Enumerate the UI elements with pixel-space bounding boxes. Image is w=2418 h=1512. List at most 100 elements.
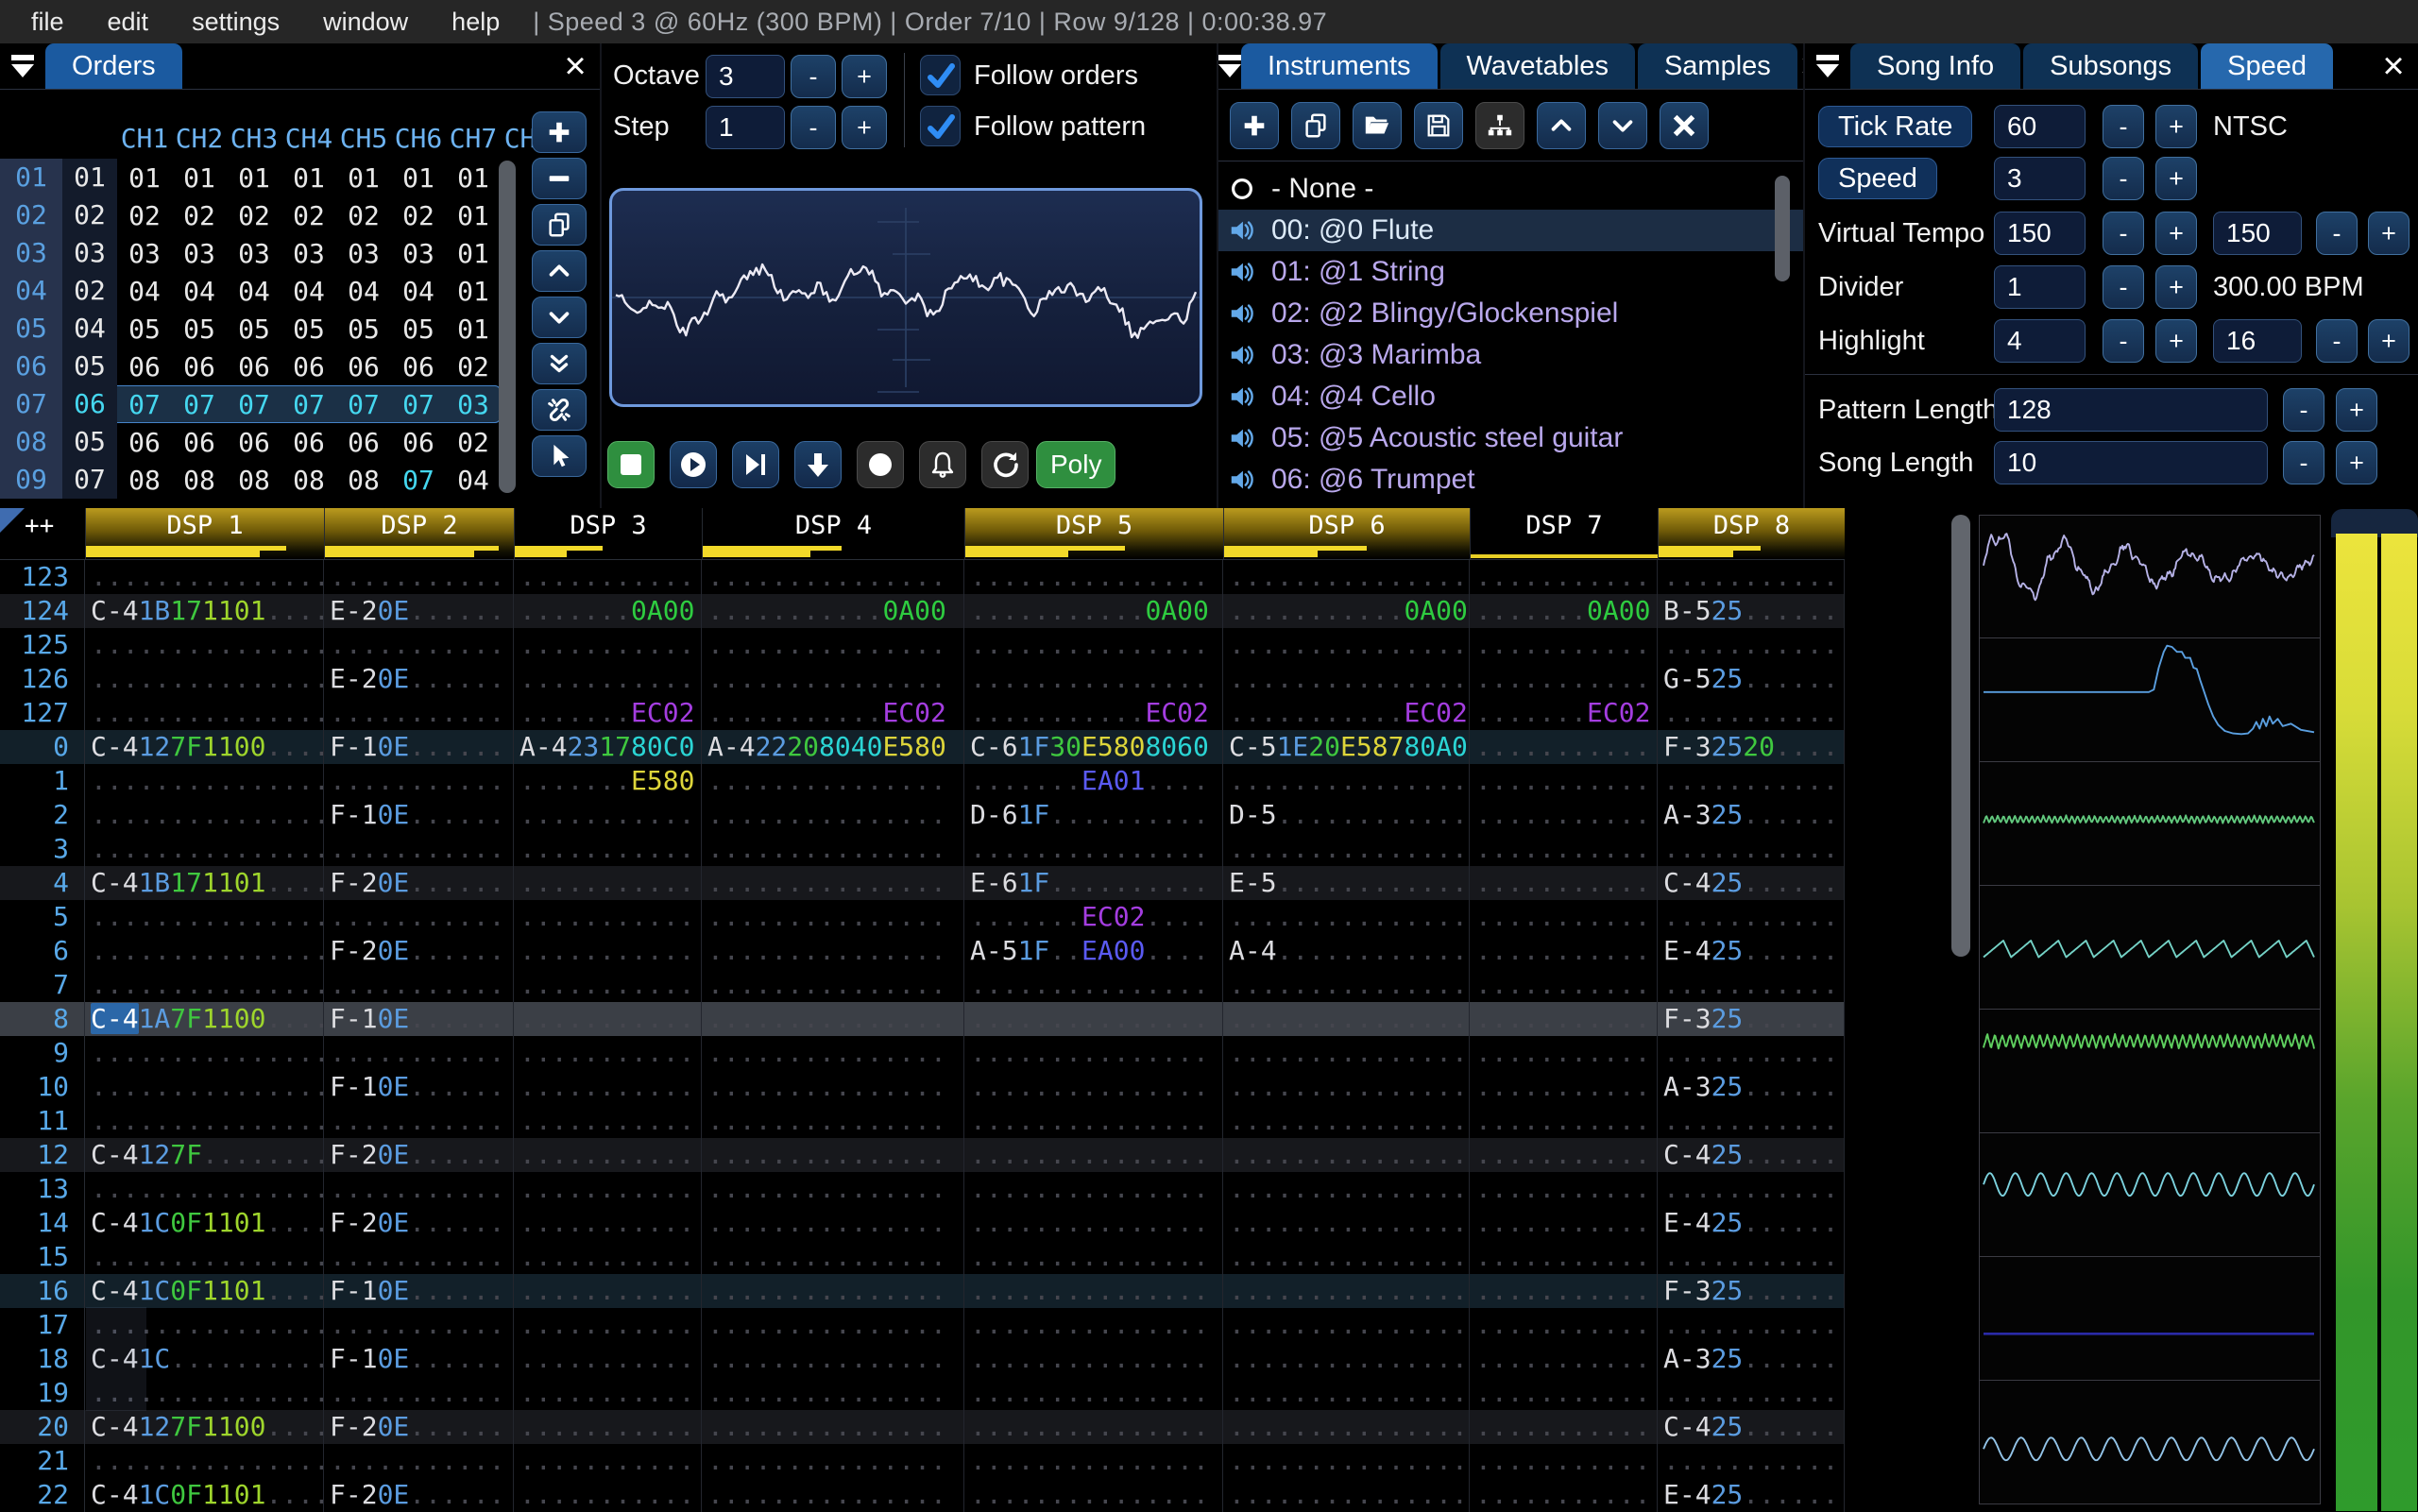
play-button[interactable] bbox=[670, 441, 717, 488]
order-cell[interactable]: 05 bbox=[172, 314, 227, 345]
instrument-move-down-button[interactable] bbox=[1598, 102, 1647, 149]
order-cell[interactable]: 06 bbox=[62, 385, 117, 423]
instrument-item-none[interactable]: - None - bbox=[1218, 168, 1803, 210]
order-cell[interactable]: 03 bbox=[391, 238, 446, 269]
pattern-cell[interactable]: ............... bbox=[964, 1376, 1223, 1410]
order-cell[interactable]: 01 bbox=[336, 162, 391, 194]
channel-header-dsp-7[interactable]: DSP 7 bbox=[1470, 508, 1658, 559]
pattern-cell[interactable]: ............... bbox=[964, 1036, 1223, 1070]
menu-file[interactable]: file bbox=[9, 8, 86, 36]
pattern-cell[interactable]: ........... bbox=[324, 1308, 514, 1342]
pattern-cell[interactable]: ............... bbox=[964, 1240, 1223, 1274]
stop-button[interactable] bbox=[607, 441, 655, 488]
order-cell[interactable]: 08 bbox=[117, 465, 172, 496]
pattern-cell[interactable]: ........... bbox=[514, 1410, 702, 1444]
channel-header-dsp-6[interactable]: DSP 6 bbox=[1223, 508, 1470, 559]
pattern-cell[interactable]: ........... bbox=[514, 866, 702, 900]
instrument-item-4[interactable]: 04: @4 Cello bbox=[1218, 376, 1803, 417]
pattern-cell[interactable]: ............... bbox=[85, 696, 324, 730]
orders-scrollbar[interactable] bbox=[499, 161, 516, 493]
instrument-add-button[interactable] bbox=[1230, 102, 1279, 149]
pattern-cell[interactable]: .......E580 bbox=[514, 764, 702, 798]
pattern-cell[interactable]: ........... bbox=[324, 560, 514, 594]
order-cell[interactable]: 05 bbox=[62, 348, 117, 385]
order-row-05[interactable]: 05 04 05 05 05 05 05 05 01 bbox=[0, 310, 501, 348]
channel-header-dsp-5[interactable]: DSP 5 bbox=[964, 508, 1223, 559]
speed-plus-button[interactable]: + bbox=[2155, 157, 2197, 200]
pattern-cell[interactable]: ............... bbox=[85, 934, 324, 968]
pattern-cell[interactable]: ........... bbox=[514, 1172, 702, 1206]
pattern-cell[interactable]: ............... bbox=[1223, 1444, 1470, 1478]
move-bottom-button[interactable] bbox=[532, 343, 587, 384]
order-cell[interactable]: 06 bbox=[336, 427, 391, 458]
pattern-cell[interactable]: B-525...... bbox=[1658, 594, 1845, 628]
pattern-cell[interactable]: ............... bbox=[702, 764, 964, 798]
instrument-item-2[interactable]: 02: @2 Blingy/Glockenspiel bbox=[1218, 293, 1803, 334]
pattern-cell[interactable]: ........... bbox=[1470, 1478, 1658, 1512]
order-cell[interactable]: 08 bbox=[336, 465, 391, 496]
pattern-cell[interactable]: A-325...... bbox=[1658, 1070, 1845, 1104]
pattern-cell[interactable]: A-422208040E580 bbox=[702, 730, 964, 764]
pattern-cell[interactable]: ............... bbox=[702, 1444, 964, 1478]
pattern-length-input[interactable]: 128 bbox=[1994, 388, 2268, 432]
pattern-cell[interactable]: ........... bbox=[514, 1070, 702, 1104]
pattern-cell[interactable]: ............... bbox=[964, 1104, 1223, 1138]
divider-minus-button[interactable]: - bbox=[2103, 265, 2144, 309]
pattern-cell[interactable]: ........... bbox=[1470, 1342, 1658, 1376]
pattern-cell[interactable]: ............... bbox=[1223, 662, 1470, 696]
pattern-cell[interactable]: ............... bbox=[702, 1342, 964, 1376]
order-cell[interactable]: 03 bbox=[227, 238, 281, 269]
pattern-cell[interactable]: ........... bbox=[1470, 1206, 1658, 1240]
order-cell[interactable]: 01 bbox=[117, 162, 172, 194]
channel-header-dsp-2[interactable]: DSP 2 bbox=[324, 508, 514, 559]
order-cell[interactable]: 06 bbox=[391, 351, 446, 382]
order-cell[interactable]: 04 bbox=[446, 465, 501, 496]
pattern-cell[interactable]: ............... bbox=[964, 1308, 1223, 1342]
pattern-cell[interactable]: ............... bbox=[964, 968, 1223, 1002]
order-cell[interactable]: 06 bbox=[117, 351, 172, 382]
tab-subsongs[interactable]: Subsongs bbox=[2023, 43, 2199, 89]
pattern-cell[interactable]: ........... bbox=[1470, 832, 1658, 866]
pattern-cell[interactable]: E-425...... bbox=[1658, 934, 1845, 968]
pattern-cell[interactable]: F-20E...... bbox=[324, 934, 514, 968]
pattern-cell[interactable]: ........... bbox=[324, 1240, 514, 1274]
pattern-cell[interactable]: ............... bbox=[702, 1240, 964, 1274]
pattern-cell[interactable]: E-5............ bbox=[1223, 866, 1470, 900]
pattern-cell[interactable]: ........... bbox=[514, 968, 702, 1002]
pattern-cell[interactable]: ........... bbox=[1658, 832, 1845, 866]
order-cell[interactable]: 01 bbox=[446, 276, 501, 307]
play-cursor-button[interactable] bbox=[732, 441, 779, 488]
tab-orders[interactable]: Orders bbox=[45, 43, 182, 89]
order-cell[interactable]: 01 bbox=[391, 162, 446, 194]
order-cell[interactable]: 04 bbox=[117, 276, 172, 307]
follow-orders-checkbox[interactable] bbox=[920, 55, 961, 95]
pattern-cell[interactable]: ........... bbox=[324, 1376, 514, 1410]
pattern-cell[interactable]: ............... bbox=[1223, 1308, 1470, 1342]
pattern-cell[interactable]: ........... bbox=[1470, 1410, 1658, 1444]
tick-rate-button[interactable]: Tick Rate bbox=[1818, 106, 1973, 147]
pattern-cell[interactable]: ........... bbox=[514, 1274, 702, 1308]
order-cell[interactable]: 02 bbox=[446, 427, 501, 458]
order-cell[interactable]: 07 bbox=[391, 389, 446, 420]
pattern-cell[interactable]: E-425...... bbox=[1658, 1478, 1845, 1512]
move-up-button[interactable] bbox=[532, 250, 587, 292]
pattern-cell[interactable]: ........... bbox=[324, 968, 514, 1002]
order-cell[interactable]: 06 bbox=[391, 427, 446, 458]
pattern-cell[interactable]: ............... bbox=[1223, 1410, 1470, 1444]
pattern-cell[interactable]: F-20E...... bbox=[324, 1478, 514, 1512]
order-cell[interactable]: 01 bbox=[446, 200, 501, 231]
octave-plus-button[interactable]: + bbox=[842, 55, 887, 98]
channel-header-dsp-8[interactable]: DSP 8 bbox=[1658, 508, 1845, 559]
pattern-cell[interactable]: F-10E...... bbox=[324, 798, 514, 832]
pattern-cell[interactable]: ........... bbox=[324, 628, 514, 662]
order-cell[interactable]: 07 bbox=[391, 465, 446, 496]
instrument-item-1[interactable]: 01: @1 String bbox=[1218, 251, 1803, 293]
pattern-cell[interactable]: ............... bbox=[1223, 1478, 1470, 1512]
pattern-cell[interactable]: .......0A00 bbox=[1470, 594, 1658, 628]
pattern-cell[interactable]: F-20E...... bbox=[324, 1138, 514, 1172]
tick-rate-minus-button[interactable]: - bbox=[2103, 105, 2144, 148]
pattern-cell[interactable]: ............... bbox=[964, 1002, 1223, 1036]
pattern-cell[interactable]: ............... bbox=[702, 1002, 964, 1036]
hl1-minus-button[interactable]: - bbox=[2103, 319, 2144, 363]
order-cell[interactable]: 05 bbox=[62, 423, 117, 461]
